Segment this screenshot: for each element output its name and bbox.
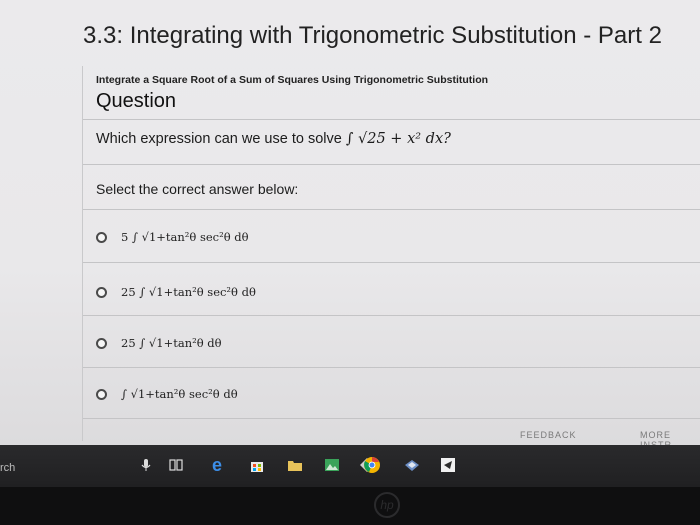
answer-option-text[interactable]: 25 ∫ √1+tan²θ dθ (121, 336, 222, 350)
answer-option-text[interactable]: 25 ∫ √1+tan²θ sec²θ dθ (121, 285, 256, 299)
answer-option-2[interactable]: 25 ∫ √1+tan²θ sec²θ dθ (96, 281, 256, 303)
question-heading: Question (96, 90, 177, 112)
hp-logo: hp (374, 492, 400, 518)
answer-option-text[interactable]: ∫ √1+tan²θ sec²θ dθ (121, 387, 238, 401)
answer-option-4[interactable]: ∫ √1+tan²θ sec²θ dθ (96, 383, 238, 405)
laptop-bezel (0, 487, 700, 525)
taskbar (0, 445, 700, 487)
prompt-text: Which expression can we use to solve (96, 131, 346, 147)
store-icon[interactable] (247, 456, 267, 474)
radio-button-2[interactable] (96, 286, 107, 298)
question-subtitle: Integrate a Square Root of a Sum of Squa… (96, 74, 489, 86)
page-title: 3.3: Integrating with Trigonometric Subs… (83, 22, 662, 49)
divider-1 (83, 119, 700, 120)
prompt-expression: ∫ √25 + x² dx? (345, 131, 451, 147)
answer-option-1[interactable]: 5 ∫ √1+tan²θ sec²θ dθ (96, 226, 249, 248)
chrome-icon[interactable] (362, 456, 382, 474)
taskbar-search-fragment[interactable]: rch (0, 462, 15, 474)
edge-icon[interactable]: e (207, 455, 227, 475)
question-prompt: Which expression can we use to solve ∫ √… (96, 131, 451, 147)
divider-6 (83, 367, 700, 368)
task-view-icon[interactable] (166, 456, 186, 474)
content-page: 3.3: Integrating with Trigonometric Subs… (0, 0, 700, 450)
left-divider (82, 66, 83, 441)
divider-4 (83, 262, 700, 263)
divider-2 (83, 164, 700, 165)
photos-icon[interactable] (322, 456, 342, 474)
radio-button-3[interactable] (96, 337, 107, 349)
radio-button-4[interactable] (96, 388, 107, 400)
divider-5 (83, 315, 700, 316)
microphone-icon[interactable] (136, 456, 156, 474)
send-app-icon[interactable] (438, 456, 458, 474)
feedback-link[interactable]: FEEDBACK (520, 430, 577, 440)
radio-button-1[interactable] (96, 231, 107, 243)
divider-7 (83, 418, 700, 419)
answer-option-text[interactable]: 5 ∫ √1+tan²θ sec²θ dθ (121, 230, 249, 244)
select-answer-label: Select the correct answer below: (96, 181, 299, 197)
divider-3 (83, 209, 700, 210)
answer-option-3[interactable]: 25 ∫ √1+tan²θ dθ (96, 332, 222, 354)
mail-icon[interactable] (402, 456, 422, 474)
file-explorer-icon[interactable] (285, 456, 305, 474)
